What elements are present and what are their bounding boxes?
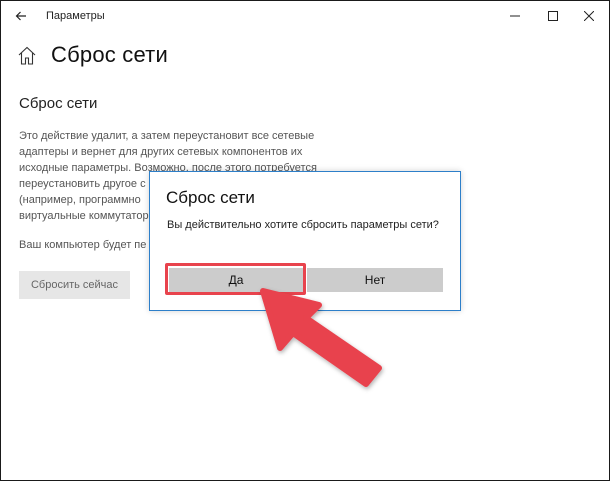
close-icon — [584, 11, 594, 21]
maximize-button[interactable] — [533, 1, 573, 31]
reset-now-button[interactable]: Сбросить сейчас — [19, 271, 130, 299]
back-arrow-icon — [15, 11, 26, 21]
page-title: Сброс сети — [51, 42, 168, 67]
window-title: Параметры — [46, 10, 105, 22]
home-button[interactable] — [17, 45, 37, 67]
maximize-icon — [548, 11, 558, 21]
minimize-icon — [510, 15, 520, 17]
home-icon — [18, 46, 36, 65]
minimize-button[interactable] — [495, 1, 535, 31]
dialog-message: Вы действительно хотите сбросить парамет… — [167, 219, 439, 231]
title-bar: Параметры — [1, 1, 609, 31]
network-reset-dialog: Сброс сети Вы действительно хотите сброс… — [149, 171, 461, 311]
dialog-title: Сброс сети — [166, 188, 255, 207]
settings-window: Параметры Сброс сети Сброс сети Это дейс… — [1, 1, 609, 480]
section-title: Сброс сети — [19, 95, 98, 112]
close-button[interactable] — [569, 1, 609, 31]
no-button[interactable]: Нет — [307, 268, 443, 292]
back-button[interactable] — [1, 1, 41, 31]
restart-warning-text: Ваш компьютер будет пе — [19, 239, 147, 251]
yes-button[interactable]: Да — [169, 268, 303, 292]
